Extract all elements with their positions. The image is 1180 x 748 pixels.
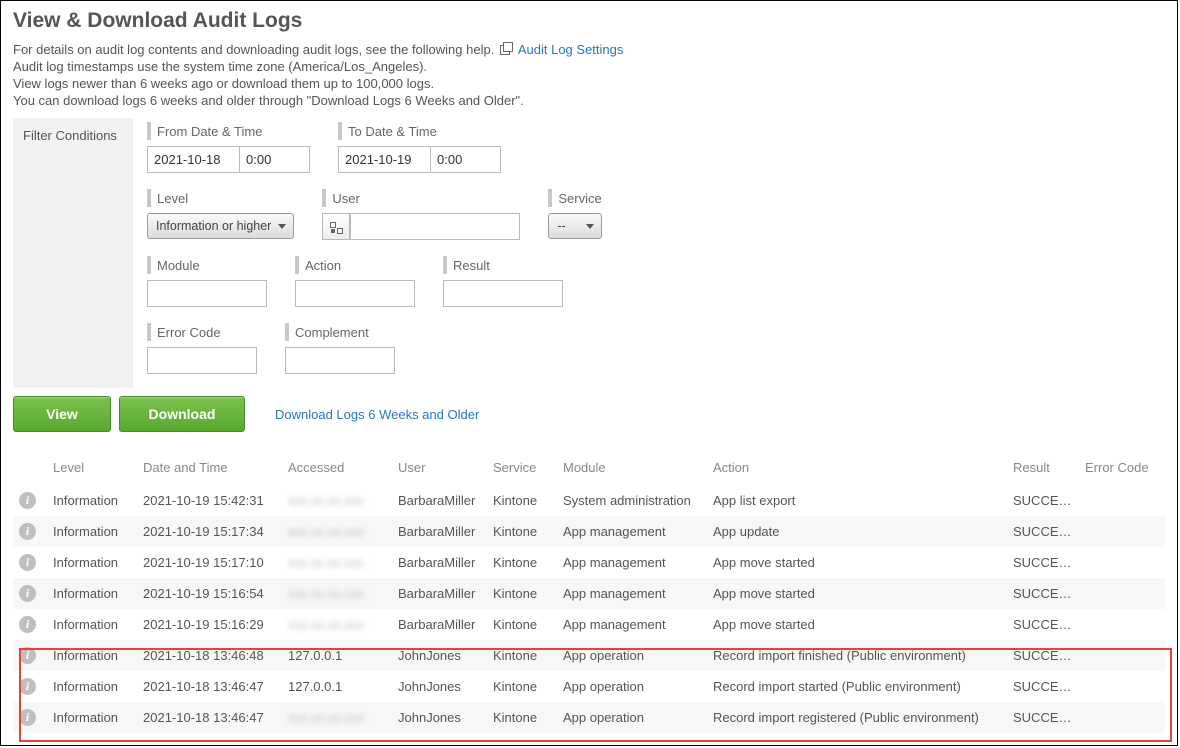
info-icon: i — [19, 647, 36, 664]
user-label: User — [322, 189, 520, 207]
to-date-input[interactable] — [338, 146, 431, 173]
error-code-input[interactable] — [147, 347, 257, 374]
external-link-icon — [500, 43, 513, 56]
table-row[interactable]: iInformation2021-10-19 15:16:54xxx.xx.xx… — [13, 578, 1165, 609]
from-date-label: From Date & Time — [147, 122, 310, 140]
view-button[interactable]: View — [13, 396, 111, 432]
info-icon: i — [19, 523, 36, 540]
level-label: Level — [147, 189, 294, 207]
intro-line-4: You can download logs 6 weeks and older … — [13, 93, 1165, 108]
th-user: User — [392, 454, 487, 485]
info-icon: i — [19, 585, 36, 602]
info-icon: i — [19, 709, 36, 726]
th-date: Date and Time — [137, 454, 282, 485]
download-older-logs-link[interactable]: Download Logs 6 Weeks and Older — [275, 407, 479, 422]
audit-log-table: Level Date and Time Accessed User Servic… — [13, 454, 1165, 733]
service-select[interactable]: -- — [548, 213, 601, 239]
filter-conditions-label: Filter Conditions — [13, 118, 133, 388]
org-tree-icon — [329, 220, 343, 234]
info-icon: i — [19, 554, 36, 571]
table-row[interactable]: iInformation2021-10-18 13:46:48127.0.0.1… — [13, 640, 1165, 671]
level-select[interactable]: Information or higher — [147, 213, 294, 239]
table-row[interactable]: iInformation2021-10-18 13:46:47127.0.0.1… — [13, 671, 1165, 702]
info-icon: i — [19, 616, 36, 633]
from-time-input[interactable] — [240, 146, 310, 173]
error-code-label: Error Code — [147, 323, 257, 341]
th-error: Error Code — [1079, 454, 1165, 485]
user-org-picker-button[interactable] — [322, 213, 350, 240]
intro-line-2: Audit log timestamps use the system time… — [13, 59, 1165, 74]
result-input[interactable] — [443, 280, 563, 307]
action-input[interactable] — [295, 280, 415, 307]
table-row[interactable]: iInformation2021-10-19 15:16:29xxx.xx.xx… — [13, 609, 1165, 640]
intro-line-3: View logs newer than 6 weeks ago or down… — [13, 76, 1165, 91]
intro-text-1: For details on audit log contents and do… — [13, 42, 494, 57]
table-row[interactable]: iInformation2021-10-18 13:46:47xxx.xx.xx… — [13, 702, 1165, 733]
result-label: Result — [443, 256, 563, 274]
info-icon: i — [19, 492, 36, 509]
filter-panel: Filter Conditions From Date & Time To Da… — [13, 118, 1165, 390]
page-title: View & Download Audit Logs — [13, 9, 1165, 33]
complement-label: Complement — [285, 323, 395, 341]
table-row[interactable]: iInformation2021-10-19 15:17:10xxx.xx.xx… — [13, 547, 1165, 578]
th-accessed: Accessed — [282, 454, 392, 485]
help-link-audit-log-settings[interactable]: Audit Log Settings — [518, 42, 624, 57]
th-service: Service — [487, 454, 557, 485]
complement-input[interactable] — [285, 347, 395, 374]
info-icon: i — [19, 678, 36, 695]
action-label: Action — [295, 256, 415, 274]
user-input[interactable] — [350, 213, 520, 240]
th-level: Level — [47, 454, 137, 485]
to-date-label: To Date & Time — [338, 122, 501, 140]
intro-line-1: For details on audit log contents and do… — [13, 41, 1165, 57]
th-result: Result — [1007, 454, 1079, 485]
th-action: Action — [707, 454, 1007, 485]
module-input[interactable] — [147, 280, 267, 307]
table-row[interactable]: iInformation2021-10-19 15:42:31xxx.xx.xx… — [13, 485, 1165, 516]
to-time-input[interactable] — [431, 146, 501, 173]
table-row[interactable]: iInformation2021-10-19 15:17:34xxx.xx.xx… — [13, 516, 1165, 547]
module-label: Module — [147, 256, 267, 274]
download-button[interactable]: Download — [119, 396, 245, 432]
th-module: Module — [557, 454, 707, 485]
service-label: Service — [548, 189, 601, 207]
from-date-input[interactable] — [147, 146, 240, 173]
